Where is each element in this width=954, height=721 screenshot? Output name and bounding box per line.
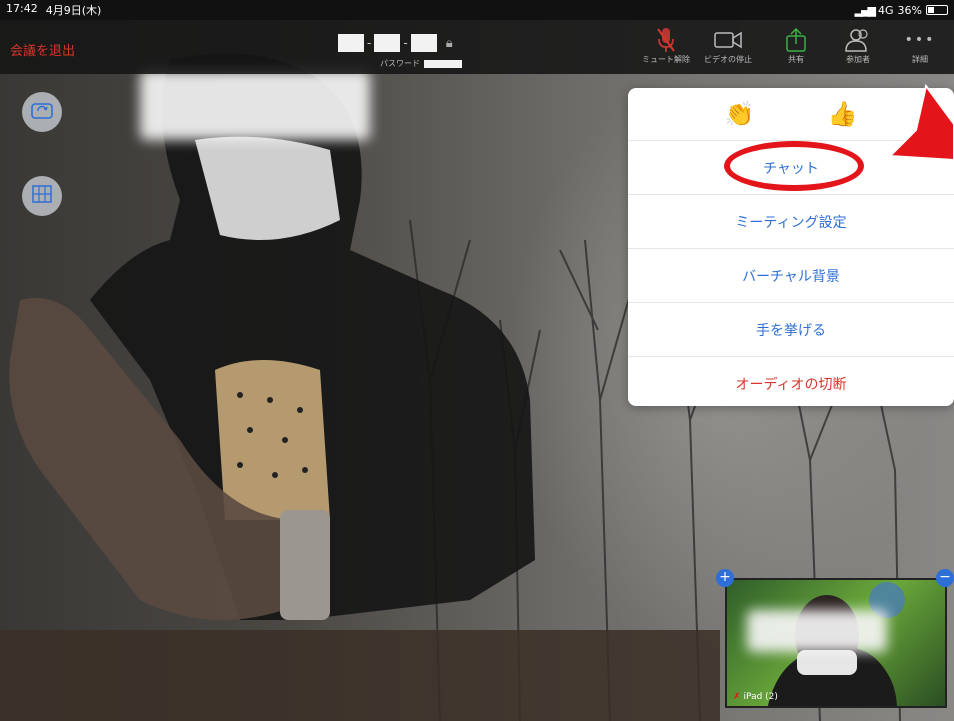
expand-thumbnail-icon[interactable]: +	[716, 569, 734, 587]
meeting-toolbar: 会議を退出 - - 🔒︎ パスワード ミュート解除 ビデオの停止 共有 参加者 …	[0, 20, 954, 74]
meeting-settings-menu-item[interactable]: ミーティング設定	[628, 195, 954, 249]
chat-highlight-oval	[724, 141, 864, 191]
more-button[interactable]: ••• 詳細	[890, 26, 950, 65]
self-view-name: iPad (2)	[743, 692, 778, 702]
self-view-thumbnail[interactable]: ✗ iPad (2)	[725, 578, 947, 708]
clap-emoji-icon[interactable]: 👏	[725, 100, 755, 128]
grid-icon	[32, 185, 52, 207]
lock-icon: 🔒︎	[445, 35, 453, 51]
stop-video-label: ビデオの停止	[704, 55, 752, 64]
self-view-label: ✗ iPad (2)	[733, 692, 778, 702]
meeting-id: - - 🔒︎	[338, 34, 453, 52]
virtual-background-menu-item[interactable]: バーチャル背景	[628, 249, 954, 303]
meeting-password: パスワード	[380, 58, 462, 69]
more-icon: •••	[904, 32, 936, 48]
redacted-name-overlay	[140, 70, 370, 140]
more-label: 詳細	[912, 55, 928, 64]
thumbs-up-emoji-icon[interactable]: 👍	[828, 100, 858, 128]
raise-hand-menu-item[interactable]: 手を挙げる	[628, 303, 954, 357]
disconnect-audio-menu-item[interactable]: オーディオの切断	[628, 357, 954, 406]
switch-camera-icon	[31, 101, 53, 123]
unmute-label: ミュート解除	[642, 55, 690, 64]
password-label: パスワード	[380, 59, 420, 68]
share-icon	[766, 26, 826, 54]
participants-icon	[828, 26, 888, 54]
annotation-arrow-icon	[888, 84, 954, 160]
mic-muted-icon	[636, 26, 696, 54]
collapse-thumbnail-icon[interactable]: −	[936, 569, 954, 587]
participants-label: 参加者	[846, 55, 870, 64]
battery-percent: 36%	[897, 3, 922, 17]
signal-icon: ▂▄▆	[854, 3, 876, 17]
share-button[interactable]: 共有	[766, 26, 826, 65]
leave-meeting-button[interactable]: 会議を退出	[10, 40, 75, 59]
video-camera-icon	[698, 26, 758, 54]
ios-status-bar: 17:42 4月9日(木) ▂▄▆ 4G 36%	[0, 0, 954, 20]
status-time: 17:42	[6, 2, 38, 15]
stop-video-button[interactable]: ビデオの停止	[698, 26, 758, 65]
switch-camera-button[interactable]	[22, 92, 62, 132]
gallery-view-button[interactable]	[22, 176, 62, 216]
network-label: 4G	[878, 3, 894, 17]
mic-muted-small-icon: ✗	[733, 692, 741, 702]
share-label: 共有	[788, 55, 804, 64]
self-view-redaction	[747, 610, 887, 652]
battery-icon	[926, 5, 948, 15]
participants-button[interactable]: 参加者	[828, 26, 888, 65]
status-date: 4月9日(木)	[45, 4, 102, 17]
unmute-button[interactable]: ミュート解除	[636, 26, 696, 65]
